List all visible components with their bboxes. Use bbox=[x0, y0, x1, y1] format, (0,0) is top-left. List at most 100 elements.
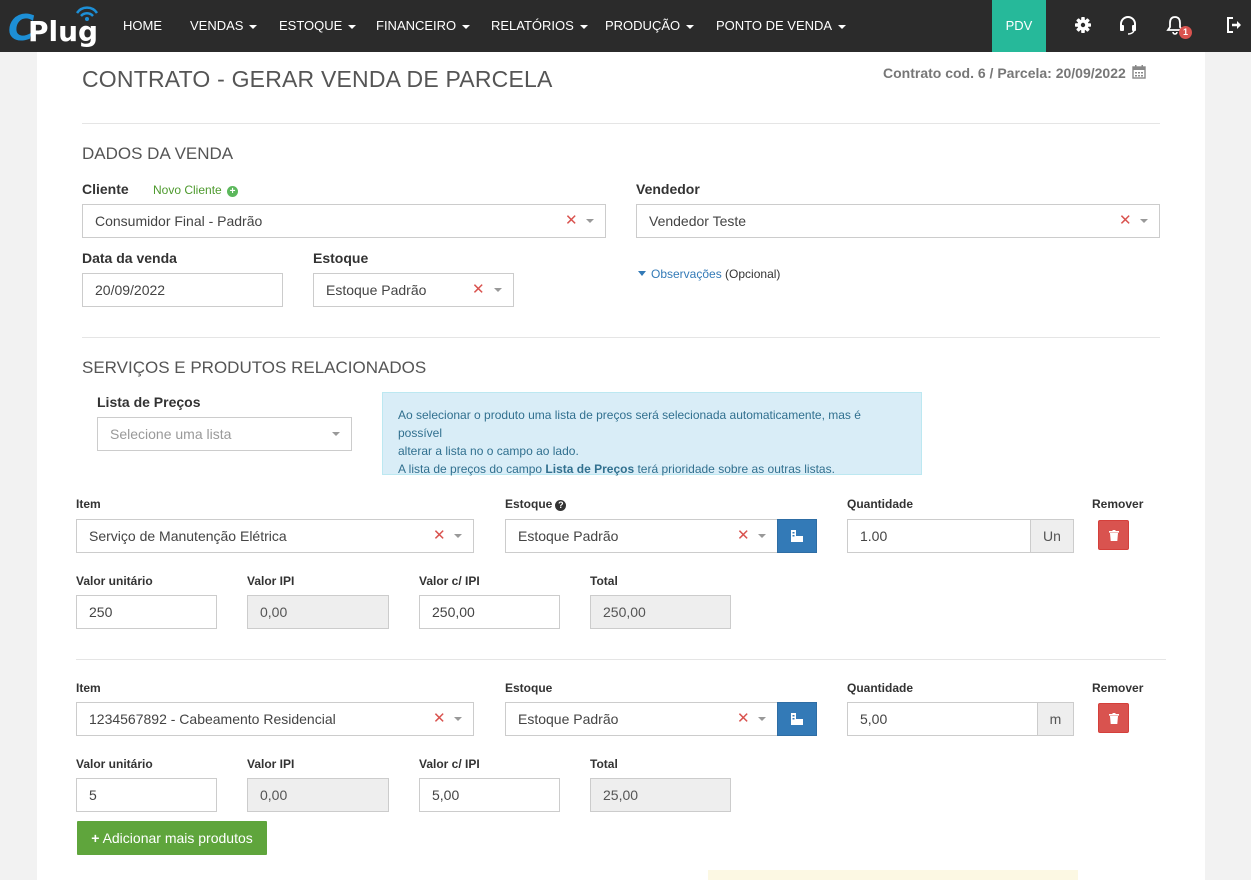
item-stock-select[interactable]: Estoque Padrão ✕ bbox=[505, 519, 778, 553]
stock-building-icon bbox=[791, 713, 803, 725]
clear-icon[interactable]: ✕ bbox=[472, 274, 485, 306]
notification-badge: 1 bbox=[1179, 26, 1192, 39]
stock-info-button[interactable] bbox=[777, 702, 817, 736]
divider bbox=[76, 659, 1166, 660]
quantity-input[interactable]: 5,00 bbox=[847, 702, 1038, 736]
clear-icon[interactable]: ✕ bbox=[433, 703, 446, 735]
cplug-logo[interactable]: C Plug bbox=[8, 5, 100, 49]
item-stock-select[interactable]: Estoque Padrão ✕ bbox=[505, 702, 778, 736]
client-value: Consumidor Final - Padrão bbox=[95, 213, 263, 229]
info-alert: Ao selecionar o produto uma lista de pre… bbox=[382, 392, 922, 476]
total-value: 25,00 bbox=[590, 778, 731, 812]
logo-plug: Plug bbox=[28, 15, 99, 48]
clear-icon[interactable]: ✕ bbox=[737, 520, 750, 552]
price-list-select[interactable]: Selecione uma lista bbox=[97, 417, 352, 451]
quantity-label: Quantidade bbox=[847, 497, 914, 511]
chevron-down-icon bbox=[758, 717, 766, 721]
gear-icon[interactable] bbox=[1072, 14, 1094, 36]
ipi-label: Valor IPI bbox=[247, 757, 295, 771]
item-label: Item bbox=[76, 681, 101, 695]
caret-down-icon bbox=[686, 24, 695, 29]
nav-vendas-label: VENDAS bbox=[190, 18, 244, 33]
chevron-down-icon bbox=[586, 219, 594, 223]
total-value: 250,00 bbox=[590, 595, 731, 629]
observations-link[interactable]: Observações bbox=[651, 267, 722, 281]
ipi-label: Valor IPI bbox=[247, 574, 295, 588]
observations-toggle[interactable]: Observações (Opcional) bbox=[638, 267, 780, 281]
chevron-down-icon bbox=[454, 534, 462, 538]
plus-circle-icon: + bbox=[227, 186, 239, 197]
value-ipi-label: Valor c/ IPI bbox=[419, 574, 480, 588]
caret-down-icon bbox=[638, 271, 646, 276]
caret-down-icon bbox=[579, 24, 588, 29]
stock-building-icon bbox=[791, 530, 803, 542]
clear-icon[interactable]: ✕ bbox=[1119, 205, 1132, 237]
sign-out-icon[interactable] bbox=[1224, 14, 1246, 36]
nav-estoque[interactable]: ESTOQUE bbox=[279, 0, 357, 52]
top-navbar: C Plug HOME VENDAS ESTOQUE FINANCEIRO RE… bbox=[0, 0, 1251, 52]
headset-icon[interactable] bbox=[1117, 14, 1139, 36]
page-title: CONTRATO - GERAR VENDA DE PARCELA bbox=[82, 66, 553, 92]
alert-line-2: alterar a lista no o campo ao lado. bbox=[398, 444, 579, 458]
item-stock-label: Estoque bbox=[505, 681, 553, 695]
quantity-input[interactable]: 1.00 bbox=[847, 519, 1031, 553]
nav-financeiro[interactable]: FINANCEIRO bbox=[376, 0, 471, 52]
ipi-value: 0,00 bbox=[247, 778, 389, 812]
stock-select[interactable]: Estoque Padrão ✕ bbox=[313, 273, 514, 307]
nav-home[interactable]: HOME bbox=[123, 0, 162, 52]
caret-down-icon bbox=[249, 24, 258, 29]
clear-icon[interactable]: ✕ bbox=[737, 703, 750, 735]
trash-icon bbox=[1109, 713, 1119, 724]
remove-item-button[interactable] bbox=[1098, 520, 1129, 550]
divider bbox=[82, 123, 1160, 124]
clear-icon[interactable]: ✕ bbox=[433, 520, 446, 552]
seller-select[interactable]: Vendedor Teste ✕ bbox=[636, 204, 1160, 238]
nav-vendas[interactable]: VENDAS bbox=[190, 0, 258, 52]
add-more-products-button[interactable]: + Adicionar mais produtos bbox=[77, 821, 267, 855]
observations-optional: (Opcional) bbox=[725, 267, 781, 281]
alert-line-1: Ao selecionar o produto uma lista de pre… bbox=[398, 408, 861, 440]
item-select[interactable]: 1234567892 - Cabeamento Residencial ✕ bbox=[76, 702, 474, 736]
client-label: Cliente bbox=[82, 181, 129, 197]
pdv-button[interactable]: PDV bbox=[992, 0, 1046, 52]
nav-relatorios[interactable]: RELATÓRIOS bbox=[491, 0, 588, 52]
caret-down-icon bbox=[348, 24, 357, 29]
section-title-products: SERVIÇOS E PRODUTOS RELACIONADOS bbox=[82, 358, 427, 377]
clear-icon[interactable]: ✕ bbox=[565, 205, 578, 237]
new-client-link[interactable]: Novo Cliente + bbox=[153, 183, 239, 197]
new-client-label: Novo Cliente bbox=[153, 183, 222, 197]
seller-label: Vendedor bbox=[636, 181, 700, 197]
sale-date-input[interactable]: 20/09/2022 bbox=[82, 273, 283, 307]
nav-financeiro-label: FINANCEIRO bbox=[376, 18, 457, 33]
warning-box bbox=[708, 870, 1078, 880]
value-ipi-label: Valor c/ IPI bbox=[419, 757, 480, 771]
value-ipi-input[interactable]: 5,00 bbox=[419, 778, 560, 812]
stock-info-button[interactable] bbox=[777, 519, 817, 553]
unit-value-input[interactable]: 5 bbox=[76, 778, 217, 812]
unit-value-input[interactable]: 250 bbox=[76, 595, 217, 629]
total-label: Total bbox=[590, 757, 618, 771]
nav-producao[interactable]: PRODUÇÃO bbox=[605, 0, 695, 52]
divider bbox=[82, 337, 1160, 338]
plus-icon: + bbox=[91, 830, 100, 846]
unit-addon: Un bbox=[1030, 519, 1074, 553]
value-ipi-input[interactable]: 250,00 bbox=[419, 595, 560, 629]
chevron-down-icon bbox=[332, 432, 340, 436]
item-value: 1234567892 - Cabeamento Residencial bbox=[89, 711, 336, 727]
question-circle-icon[interactable]: ? bbox=[555, 500, 567, 511]
calendar-icon bbox=[1131, 65, 1146, 79]
unit-addon: m bbox=[1037, 702, 1074, 736]
nav-producao-label: PRODUÇÃO bbox=[605, 18, 681, 33]
remove-item-button[interactable] bbox=[1098, 703, 1129, 733]
seller-value: Vendedor Teste bbox=[649, 213, 747, 229]
caret-down-icon bbox=[838, 24, 847, 29]
ipi-value: 0,00 bbox=[247, 595, 389, 629]
alert-line-3-post: terá prioridade sobre as outras listas. bbox=[634, 462, 835, 476]
stock-value: Estoque Padrão bbox=[326, 282, 427, 298]
chevron-down-icon bbox=[758, 534, 766, 538]
item-select[interactable]: Serviço de Manutenção Elétrica ✕ bbox=[76, 519, 474, 553]
nav-ponto-de-venda[interactable]: PONTO DE VENDA bbox=[716, 0, 847, 52]
client-select[interactable]: Consumidor Final - Padrão ✕ bbox=[82, 204, 606, 238]
nav-estoque-label: ESTOQUE bbox=[279, 18, 343, 33]
sale-date-label: Data da venda bbox=[82, 250, 177, 266]
